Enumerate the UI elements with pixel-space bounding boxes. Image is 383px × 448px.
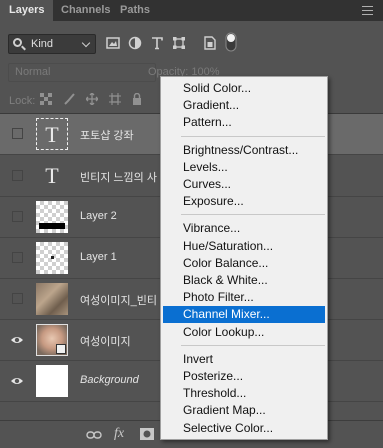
menu-item[interactable]: Threshold... — [163, 385, 325, 402]
lock-image-pixels-icon[interactable] — [63, 93, 75, 105]
visibility-toggle[interactable] — [12, 128, 23, 139]
menu-item[interactable]: Pattern... — [163, 114, 325, 131]
menu-item[interactable]: Solid Color... — [163, 80, 325, 97]
visibility-toggle[interactable] — [12, 211, 23, 222]
text-layer-thumbnail: T — [45, 163, 59, 188]
menu-separator — [181, 344, 325, 346]
layer-mask-icon[interactable] — [140, 428, 154, 440]
menu-separator — [181, 135, 325, 137]
smart-object-badge — [56, 344, 66, 354]
filter-kind-label: Kind — [31, 38, 54, 50]
menu-item[interactable]: Hue/Saturation... — [163, 238, 325, 255]
panel-menu-icon[interactable] — [362, 6, 373, 15]
adjustment-layer-filter-icon[interactable] — [128, 36, 142, 50]
lock-label: Lock: — [9, 95, 36, 107]
tab-layers[interactable]: Layers — [0, 0, 54, 21]
eye-icon[interactable] — [10, 333, 24, 347]
eye-icon[interactable] — [10, 374, 24, 388]
menu-item[interactable]: Color Lookup... — [163, 324, 325, 341]
smart-object-filter-icon[interactable] — [203, 36, 217, 50]
layer-thumbnail — [36, 365, 68, 397]
menu-item[interactable]: Channel Mixer... — [163, 306, 325, 324]
visibility-toggle[interactable] — [12, 293, 23, 304]
shape-layer-filter-icon[interactable] — [172, 36, 186, 50]
blend-mode-select[interactable]: Normal — [8, 63, 156, 82]
link-layers-icon[interactable] — [86, 430, 102, 440]
layer-name[interactable]: 여성이미지 — [80, 333, 131, 349]
text-layer-thumbnail: T — [36, 118, 68, 150]
tab-paths[interactable]: Paths — [111, 0, 159, 21]
menu-separator — [181, 214, 325, 216]
panel-tab-bar: Layers Channels Paths — [0, 0, 383, 21]
layer-thumbnail — [36, 242, 68, 274]
tab-channels[interactable]: Channels — [52, 0, 120, 21]
menu-item[interactable]: Photo Filter... — [163, 289, 325, 306]
menu-item[interactable]: Vibrance... — [163, 220, 325, 237]
menu-item[interactable]: Exposure... — [163, 193, 325, 210]
layer-name[interactable]: 포토샵 강좌 — [80, 127, 134, 143]
menu-item[interactable]: Invert — [163, 351, 325, 368]
filter-toggle-icon[interactable] — [225, 32, 237, 52]
layer-thumbnail — [36, 324, 68, 356]
menu-item[interactable]: Color Balance... — [163, 255, 325, 272]
layer-name[interactable]: 여성이미지_빈티 — [80, 292, 157, 308]
menu-item[interactable]: Posterize... — [163, 368, 325, 385]
search-icon — [13, 38, 22, 47]
visibility-toggle[interactable] — [12, 252, 23, 263]
filter-kind-select[interactable]: Kind — [8, 34, 96, 54]
lock-artboard-icon[interactable] — [109, 93, 121, 105]
layer-name[interactable]: Layer 2 — [80, 210, 117, 222]
menu-item[interactable]: Levels... — [163, 159, 325, 176]
adjustment-layer-menu: Solid Color... Gradient... Pattern... Brigh… — [160, 76, 328, 440]
layer-style-icon[interactable]: fx — [114, 426, 124, 442]
lock-all-icon[interactable] — [131, 93, 143, 105]
layers-panel: Layers Channels Paths Kind Normal Opacit… — [0, 0, 383, 448]
lock-position-icon[interactable] — [86, 93, 98, 105]
menu-item[interactable]: Curves... — [163, 176, 325, 193]
layer-name[interactable]: Layer 1 — [80, 251, 117, 263]
layer-thumbnail — [36, 283, 68, 315]
blend-mode-label: Normal — [15, 66, 51, 78]
lock-transparent-pixels-icon[interactable] — [40, 93, 52, 105]
layer-name[interactable]: 빈티지 느낌의 사 — [80, 169, 157, 185]
menu-item[interactable]: Brightness/Contrast... — [163, 142, 325, 159]
visibility-toggle[interactable] — [12, 170, 23, 181]
menu-item[interactable]: Gradient Map... — [163, 402, 325, 419]
menu-item[interactable]: Selective Color... — [163, 420, 325, 437]
pixel-layer-filter-icon[interactable] — [106, 36, 120, 50]
type-layer-filter-icon[interactable] — [150, 36, 164, 50]
menu-item[interactable]: Gradient... — [163, 97, 325, 114]
menu-item[interactable]: Black & White... — [163, 272, 325, 289]
layer-name[interactable]: Background — [80, 374, 139, 386]
chevron-down-icon — [81, 38, 91, 48]
layer-thumbnail — [36, 201, 68, 233]
